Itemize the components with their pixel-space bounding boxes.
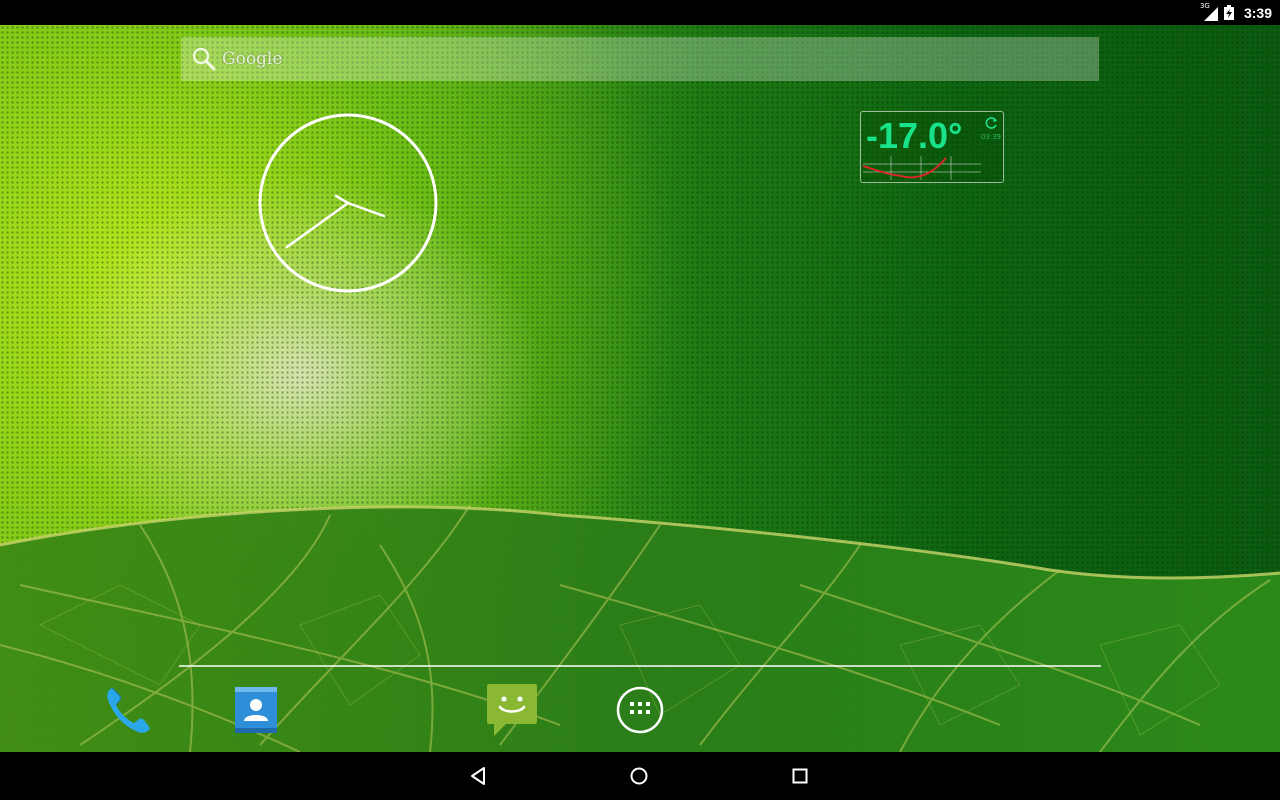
weather-widget[interactable]: -17.0° 03:39 — [860, 111, 1004, 183]
temperature-value: -17.0° — [866, 115, 963, 156]
status-bar: 3G 3:39 — [0, 0, 1280, 25]
home-screen: 3G 3:39 Google -17.0° 03:39 — [0, 0, 1280, 800]
all-apps-icon — [616, 686, 664, 734]
phone-icon — [107, 687, 150, 733]
home-icon — [630, 767, 648, 785]
status-icons: 3G 3:39 — [1199, 0, 1272, 25]
wallpaper — [0, 25, 1280, 752]
status-clock: 3:39 — [1243, 4, 1272, 21]
recents-icon — [792, 768, 808, 784]
messaging-icon — [487, 684, 537, 736]
clock-hour-hand — [346, 201, 386, 218]
clock-minute-hand — [285, 201, 350, 249]
google-search-bar[interactable]: Google — [181, 37, 1099, 81]
dock-contacts-app[interactable] — [224, 678, 288, 742]
recents-button[interactable] — [768, 752, 832, 800]
dock-messaging-app[interactable] — [480, 678, 544, 742]
dock-all-apps-button[interactable] — [608, 678, 672, 742]
navigation-bar — [0, 752, 1280, 800]
back-button[interactable] — [446, 752, 510, 800]
updated-time: 03:39 — [980, 133, 1001, 141]
analog-clock-widget[interactable] — [258, 113, 438, 293]
back-icon — [471, 767, 485, 785]
home-button[interactable] — [607, 752, 671, 800]
search-icon — [192, 47, 216, 71]
battery-charging-icon — [1223, 5, 1234, 20]
wallpaper-leaf-image — [0, 504, 1280, 752]
search-label: Google — [222, 49, 283, 69]
dock-divider — [179, 665, 1101, 667]
network-type-label: 3G — [1199, 1, 1210, 10]
dock-phone-app[interactable] — [96, 678, 160, 742]
contacts-icon — [235, 687, 277, 733]
temperature-graph — [862, 156, 981, 180]
refresh-icon[interactable] — [985, 116, 999, 130]
signal-icon: 3G — [1199, 1, 1218, 21]
